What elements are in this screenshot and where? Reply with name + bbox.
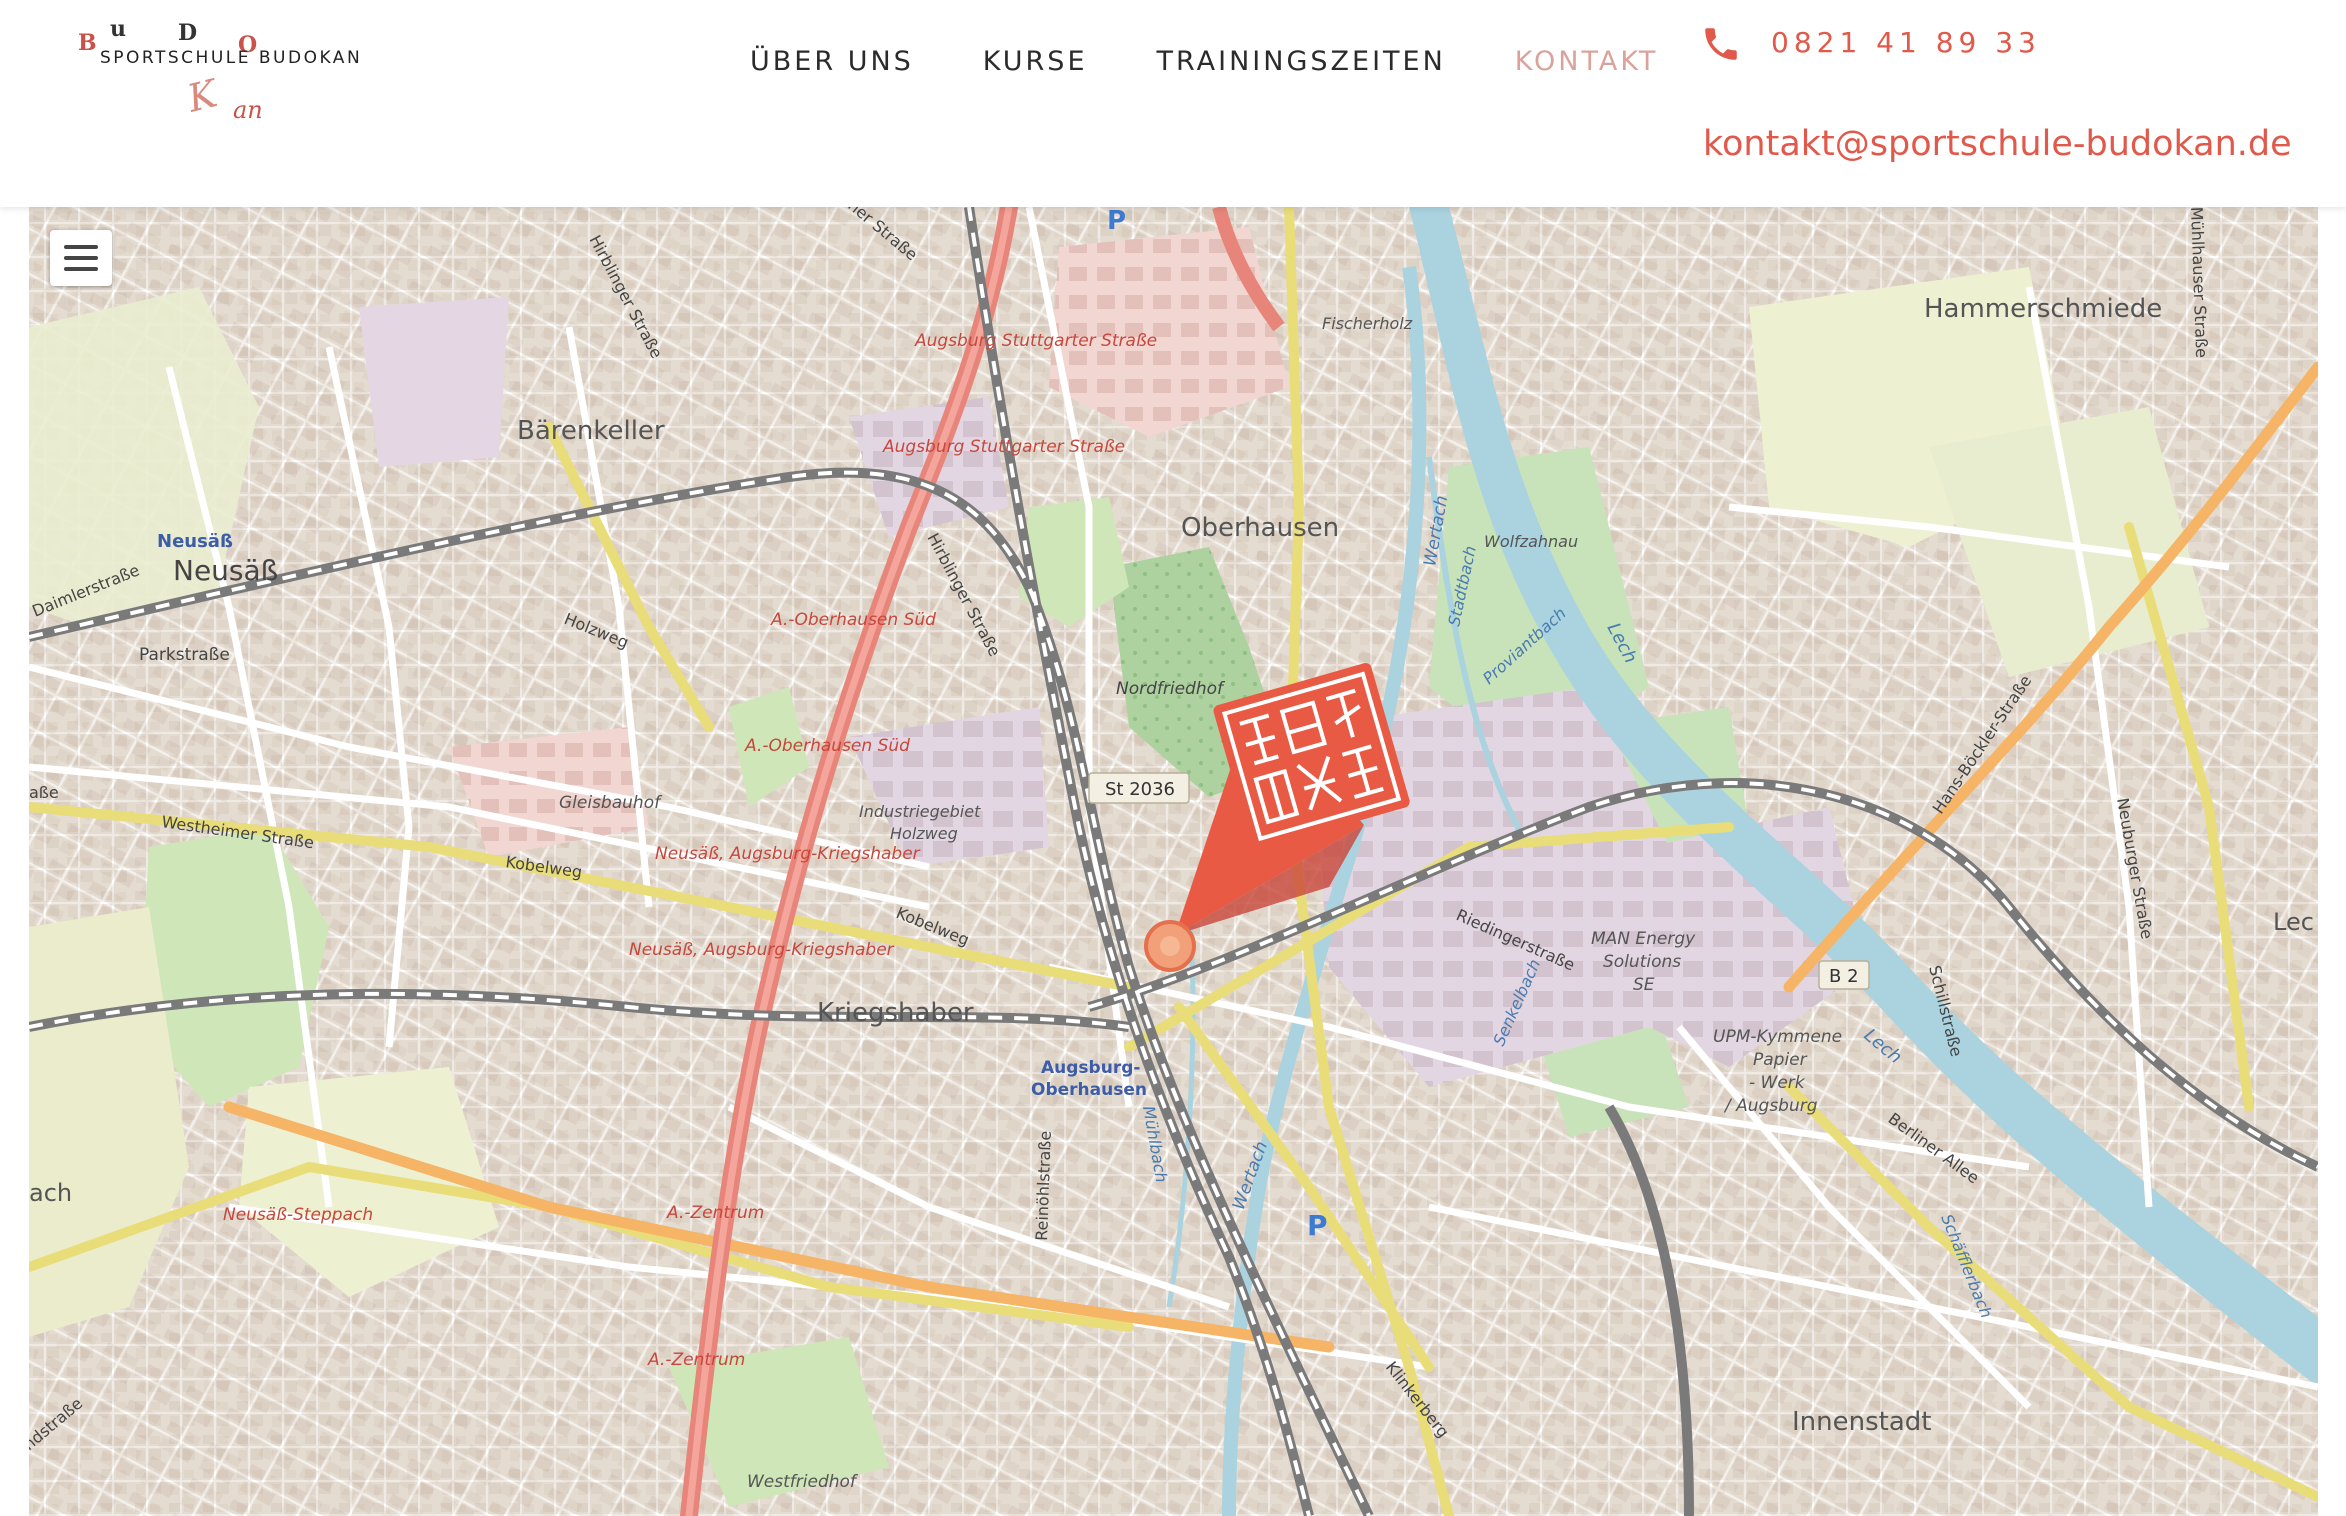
phone-icon[interactable] (1700, 22, 1742, 66)
main-nav: ÜBER UNS KURSE TRAININGSZEITEN KONTAKT (750, 46, 1727, 77)
label-lec: Lec (2273, 908, 2314, 936)
label-hammerschmiede: Hammerschmiede (1924, 294, 2162, 324)
label-innenstadt: Innenstadt (1792, 1407, 1931, 1437)
nav-item-trainingszeiten[interactable]: TRAININGSZEITEN (1157, 46, 1446, 77)
label-westfriedhof: Westfriedhof (747, 1472, 859, 1492)
label-upm-3: - Werk (1749, 1073, 1806, 1093)
label-a-zentrum-2: A.-Zentrum (647, 1350, 745, 1370)
logo-kan: K (183, 71, 222, 121)
label-oberhausen: Oberhausen (1181, 513, 1339, 543)
label-man-3: SE (1633, 975, 1655, 995)
map-canvas[interactable]: Hammerschmiede Bärenkeller Oberhausen Ne… (29, 207, 2318, 1516)
logo[interactable]: B u D O SPORTSCHULE BUDOKAN K an (78, 16, 360, 126)
logo-letter-d: D (178, 20, 198, 46)
label-ach: ach (29, 1179, 72, 1207)
label-upm-1: UPM-Kymmene (1713, 1027, 1842, 1047)
logo-an: an (233, 96, 263, 124)
label-holzweg-2: Holzweg (890, 824, 958, 843)
label-fischerholz: Fischerholz (1322, 314, 1413, 333)
nav-item-ueber-uns[interactable]: ÜBER UNS (750, 46, 914, 77)
nav-item-kurse[interactable]: KURSE (983, 46, 1088, 77)
label-neusass: Neusäß (173, 554, 278, 587)
label-neusass-blue: Neusäß (157, 531, 233, 552)
label-industriegebiet: Industriegebiet (859, 802, 981, 821)
label-neusass-steppach: Neusäß-Steppach (223, 1205, 373, 1225)
nav-item-kontakt[interactable]: KONTAKT (1515, 46, 1659, 77)
label-a-oberhausen-sued-2: A.-Oberhausen Süd (744, 736, 910, 756)
label-upm-4: / Augsburg (1723, 1096, 1818, 1116)
label-stuttgarter-1: Augsburg Stuttgarter Straße (914, 331, 1157, 351)
label-parking-2: P (1307, 1209, 1328, 1242)
site-header: B u D O SPORTSCHULE BUDOKAN K an ÜBER UN… (0, 0, 2346, 207)
label-wolfzahnau: Wolfzahnau (1484, 532, 1578, 551)
logo-letter-b: B (78, 30, 97, 56)
label-augsburg-oberhausen-1: Augsburg- (1041, 1058, 1140, 1078)
label-parking-1: P (1107, 207, 1126, 236)
hamburger-menu-icon[interactable] (50, 230, 112, 286)
label-b2: B 2 (1829, 966, 1859, 987)
label-upm-2: Papier (1753, 1050, 1808, 1070)
label-st2036: St 2036 (1105, 779, 1175, 800)
map-view[interactable]: Hammerschmiede Bärenkeller Oberhausen Ne… (29, 207, 2318, 1516)
logo-name: SPORTSCHULE BUDOKAN (100, 48, 363, 68)
label-a-oberhausen-sued-1: A.-Oberhausen Süd (770, 610, 936, 630)
label-nordfriedhof: Nordfriedhof (1116, 679, 1226, 699)
label-gleisbauhof: Gleisbauhof (559, 793, 663, 813)
label-stuttgarter-2: Augsburg Stuttgarter Straße (882, 437, 1125, 457)
label-parkstrasse: Parkstraße (139, 645, 230, 665)
label-reinoehl: Reinöhlstraße (1032, 1130, 1055, 1241)
label-neusass-kriegshaber-2: Neusäß, Augsburg-Kriegshaber (629, 940, 895, 960)
label-baerenkeller: Bärenkeller (517, 416, 665, 446)
label-man-1: MAN Energy (1591, 929, 1696, 949)
logo-letter-u: u (110, 16, 126, 42)
label-a-zentrum-1: A.-Zentrum (666, 1203, 764, 1223)
label-neusass-kriegshaber-1: Neusäß, Augsburg-Kriegshaber (655, 844, 921, 864)
email-link[interactable]: kontakt@sportschule-budokan.de (1703, 124, 2292, 164)
label-asse: aße (29, 783, 59, 802)
label-kriegshaber: Kriegshaber (817, 998, 974, 1028)
label-man-2: Solutions (1603, 952, 1681, 972)
phone-number[interactable]: 0821 41 89 33 (1771, 26, 2041, 59)
label-augsburg-oberhausen-2: Oberhausen (1031, 1080, 1147, 1100)
